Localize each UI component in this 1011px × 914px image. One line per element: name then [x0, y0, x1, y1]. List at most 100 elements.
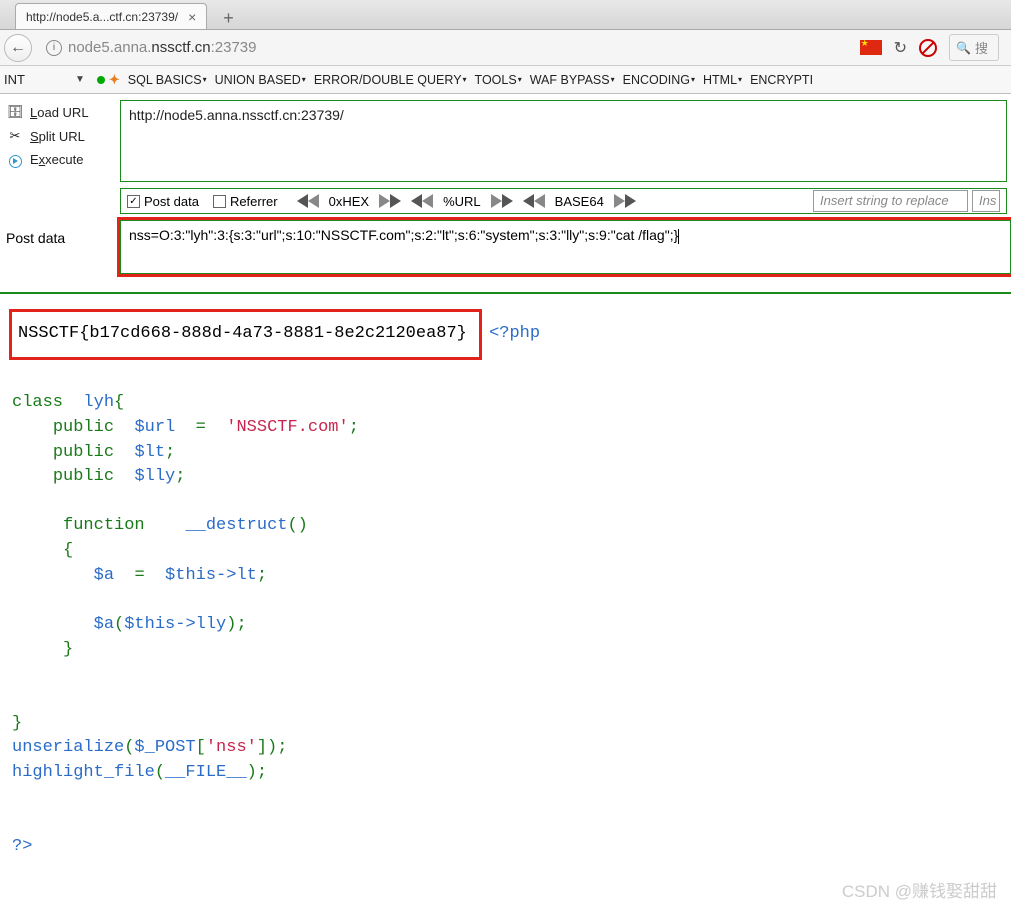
menu-encoding[interactable]: ENCODING▾: [619, 73, 699, 87]
cursor-icon: [678, 229, 679, 244]
back-button[interactable]: ←: [4, 34, 32, 62]
menu-union-based[interactable]: UNION BASED▾: [211, 73, 310, 87]
menu-encryption[interactable]: ENCRYPTI: [746, 73, 817, 87]
hackbar-sidebar: 🗄Load URL ✂Split URL Exxecute: [0, 94, 120, 214]
menu-waf-bypass[interactable]: WAF BYPASS▾: [526, 73, 619, 87]
kw-public: public: [53, 443, 114, 462]
php-open-tag: <?php: [489, 324, 540, 343]
caret-down-icon: ▾: [302, 75, 306, 84]
post-row: Post data nss=O:3:"lyh":3:{s:3:"url";s:1…: [0, 220, 1011, 274]
close-icon[interactable]: ×: [188, 9, 196, 25]
kw-function: function: [63, 516, 145, 535]
nav-bar: ← i node5.anna.nssctf.cn:23739 ↻ 🔍搜: [0, 30, 1011, 66]
insert-input[interactable]: Ins: [972, 190, 1000, 212]
play-icon: [6, 152, 24, 168]
enc-label: BASE64: [545, 194, 614, 209]
chk-label: Post data: [144, 194, 199, 209]
chk-label: Referrer: [230, 194, 278, 209]
kw-public: public: [53, 467, 114, 486]
enc-label: 0xHEX: [319, 194, 379, 209]
var-a: $a: [94, 566, 114, 585]
menu-label: UNION BASED: [215, 73, 301, 87]
browser-tab[interactable]: http://node5.a...ctf.cn:23739/ ×: [15, 3, 207, 29]
hex-button[interactable]: 0xHEX: [302, 194, 396, 209]
tab-title: http://node5.a...ctf.cn:23739/: [26, 10, 178, 24]
var-url: $url: [134, 418, 175, 437]
tab-strip: http://node5.a...ctf.cn:23739/ × +: [0, 0, 1011, 30]
urlenc-button[interactable]: %URL: [416, 194, 508, 209]
referrer-checkbox[interactable]: Referrer: [213, 194, 278, 209]
var-lt: $lt: [134, 443, 165, 462]
caret-down-icon: ▾: [611, 75, 615, 84]
side-label: oad URL: [37, 105, 88, 120]
class-name: lyh: [83, 393, 114, 412]
post-data-input[interactable]: nss=O:3:"lyh":3:{s:3:"url";s:10:"NSSCTF.…: [120, 220, 1011, 274]
search-placeholder: 搜: [975, 38, 988, 57]
url-display[interactable]: node5.anna.nssctf.cn:23739: [68, 39, 257, 56]
hackbar-main: http://node5.anna.nssctf.cn:23739/ ✓Post…: [120, 94, 1011, 214]
noscript-icon[interactable]: [919, 39, 937, 57]
var-post: $_POST: [134, 738, 195, 757]
reload-icon[interactable]: ↻: [894, 38, 907, 58]
this-lt: $this->lt: [165, 566, 257, 585]
url-suffix: :23739: [211, 39, 257, 56]
options-row: ✓Post data Referrer 0xHEX %URL BASE64 In…: [120, 188, 1007, 214]
plus-icon: ✦: [109, 72, 120, 88]
fn-unserialize: unserialize: [12, 738, 124, 757]
php-close-tag: ?>: [12, 837, 32, 856]
caret-down-icon: ▾: [518, 75, 522, 84]
menu-error-query[interactable]: ERROR/DOUBLE QUERY▾: [310, 73, 471, 87]
chevron-down-icon: ▼: [75, 74, 85, 85]
menu-label: HTML: [703, 73, 737, 87]
op-eq: =: [196, 418, 206, 437]
int-label: INT: [4, 72, 25, 87]
url-input[interactable]: http://node5.anna.nssctf.cn:23739/: [120, 100, 1007, 182]
search-box[interactable]: 🔍搜: [949, 34, 999, 61]
fn-destruct: __destruct: [185, 516, 287, 535]
watermark: CSDN @赚钱娶甜甜: [842, 877, 997, 902]
caret-down-icon: ▾: [463, 75, 467, 84]
new-tab-button[interactable]: +: [217, 8, 240, 29]
enc-label: %URL: [433, 194, 491, 209]
load-url-button[interactable]: 🗄Load URL: [4, 100, 116, 124]
menu-label: ENCRYPTI: [750, 73, 813, 87]
caret-down-icon: ▾: [203, 75, 207, 84]
side-label: xecute: [45, 152, 83, 167]
var-lly: $lly: [134, 467, 175, 486]
fn-highlight: highlight_file: [12, 763, 155, 782]
post-data-label: Post data: [0, 220, 120, 256]
server-icon: 🗄: [6, 104, 24, 120]
menu-label: WAF BYPASS: [530, 73, 610, 87]
menu-label: TOOLS: [475, 73, 517, 87]
caret-down-icon: ▾: [691, 75, 695, 84]
url-value: http://node5.anna.nssctf.cn:23739/: [129, 107, 344, 123]
caret-down-icon: ▾: [738, 75, 742, 84]
replace-input[interactable]: Insert string to replace: [813, 190, 968, 212]
url-host: nssctf.cn: [151, 39, 210, 56]
str-nss: 'nss': [206, 738, 257, 757]
this-lly: $this->lly: [124, 615, 226, 634]
int-dropdown[interactable]: INT ▼: [4, 72, 85, 87]
kw-public: public: [53, 418, 114, 437]
var-a: $a: [94, 615, 114, 634]
hackbar-menu: INT▼ ✦ SQL BASICS▾ UNION BASED▾ ERROR/DO…: [0, 66, 1011, 94]
hackbar-body: 🗄Load URL ✂Split URL Exxecute http://nod…: [0, 94, 1011, 214]
execute-button[interactable]: Exxecute: [4, 148, 116, 172]
split-url-button[interactable]: ✂Split URL: [4, 124, 116, 148]
search-icon: 🔍: [956, 41, 971, 55]
menu-sql-basics[interactable]: SQL BASICS▾: [124, 73, 211, 87]
magic-file: __FILE__: [165, 763, 247, 782]
flag-text: NSSCTF{b17cd668-888d-4a73-8881-8e2c2120e…: [18, 324, 467, 343]
post-value: nss=O:3:"lyh":3:{s:3:"url";s:10:"NSSCTF.…: [129, 227, 678, 243]
menu-label: ENCODING: [623, 73, 690, 87]
menu-html[interactable]: HTML▾: [699, 73, 746, 87]
page-content: NSSCTF{b17cd668-888d-4a73-8881-8e2c2120e…: [0, 294, 1011, 859]
flag-cn-icon[interactable]: [860, 40, 882, 55]
post-data-checkbox[interactable]: ✓Post data: [127, 194, 199, 209]
menu-label: ERROR/DOUBLE QUERY: [314, 73, 462, 87]
base64-button[interactable]: BASE64: [528, 194, 631, 209]
url-prefix: node5.anna.: [68, 39, 151, 56]
menu-label: SQL BASICS: [128, 73, 202, 87]
info-icon[interactable]: i: [46, 40, 62, 56]
menu-tools[interactable]: TOOLS▾: [471, 73, 526, 87]
